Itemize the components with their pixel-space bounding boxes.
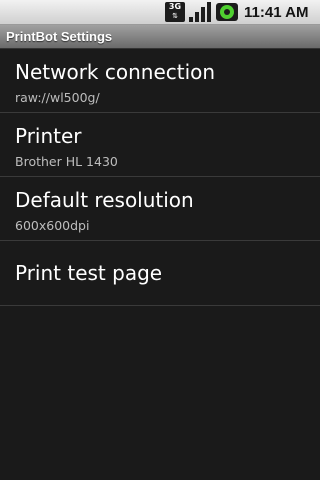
setting-default-resolution[interactable]: Default resolution 600x600dpi (0, 177, 320, 241)
setting-summary: raw://wl500g/ (15, 90, 100, 105)
status-clock: 11:41 AM (244, 4, 309, 21)
setting-title: Default resolution (15, 188, 194, 212)
app-title: PrintBot Settings (6, 29, 113, 44)
signal-bar-4 (207, 2, 211, 22)
title-bar: PrintBot Settings (0, 25, 320, 49)
setting-printer[interactable]: Printer Brother HL 1430 (0, 113, 320, 177)
signal-bar-2 (195, 12, 199, 22)
status-bar: 3G ⇅ 11:41 AM (0, 0, 320, 25)
network-type-label: 3G (168, 2, 182, 11)
battery-ring-hole (224, 9, 230, 15)
battery-icon (216, 3, 238, 21)
signal-strength-icon (189, 2, 211, 22)
setting-network-connection[interactable]: Network connection raw://wl500g/ (0, 49, 320, 113)
setting-print-test-page[interactable]: Print test page (0, 241, 320, 306)
setting-title: Printer (15, 124, 82, 148)
setting-title: Print test page (15, 261, 163, 285)
network-3g-icon: 3G ⇅ (165, 2, 185, 22)
settings-list: Network connection raw://wl500g/ Printer… (0, 49, 320, 306)
setting-title: Network connection (15, 60, 216, 84)
signal-bar-3 (201, 7, 205, 22)
data-activity-arrows: ⇅ (172, 12, 178, 20)
setting-summary: Brother HL 1430 (15, 154, 118, 169)
signal-bar-1 (189, 17, 193, 22)
setting-summary: 600x600dpi (15, 218, 90, 233)
